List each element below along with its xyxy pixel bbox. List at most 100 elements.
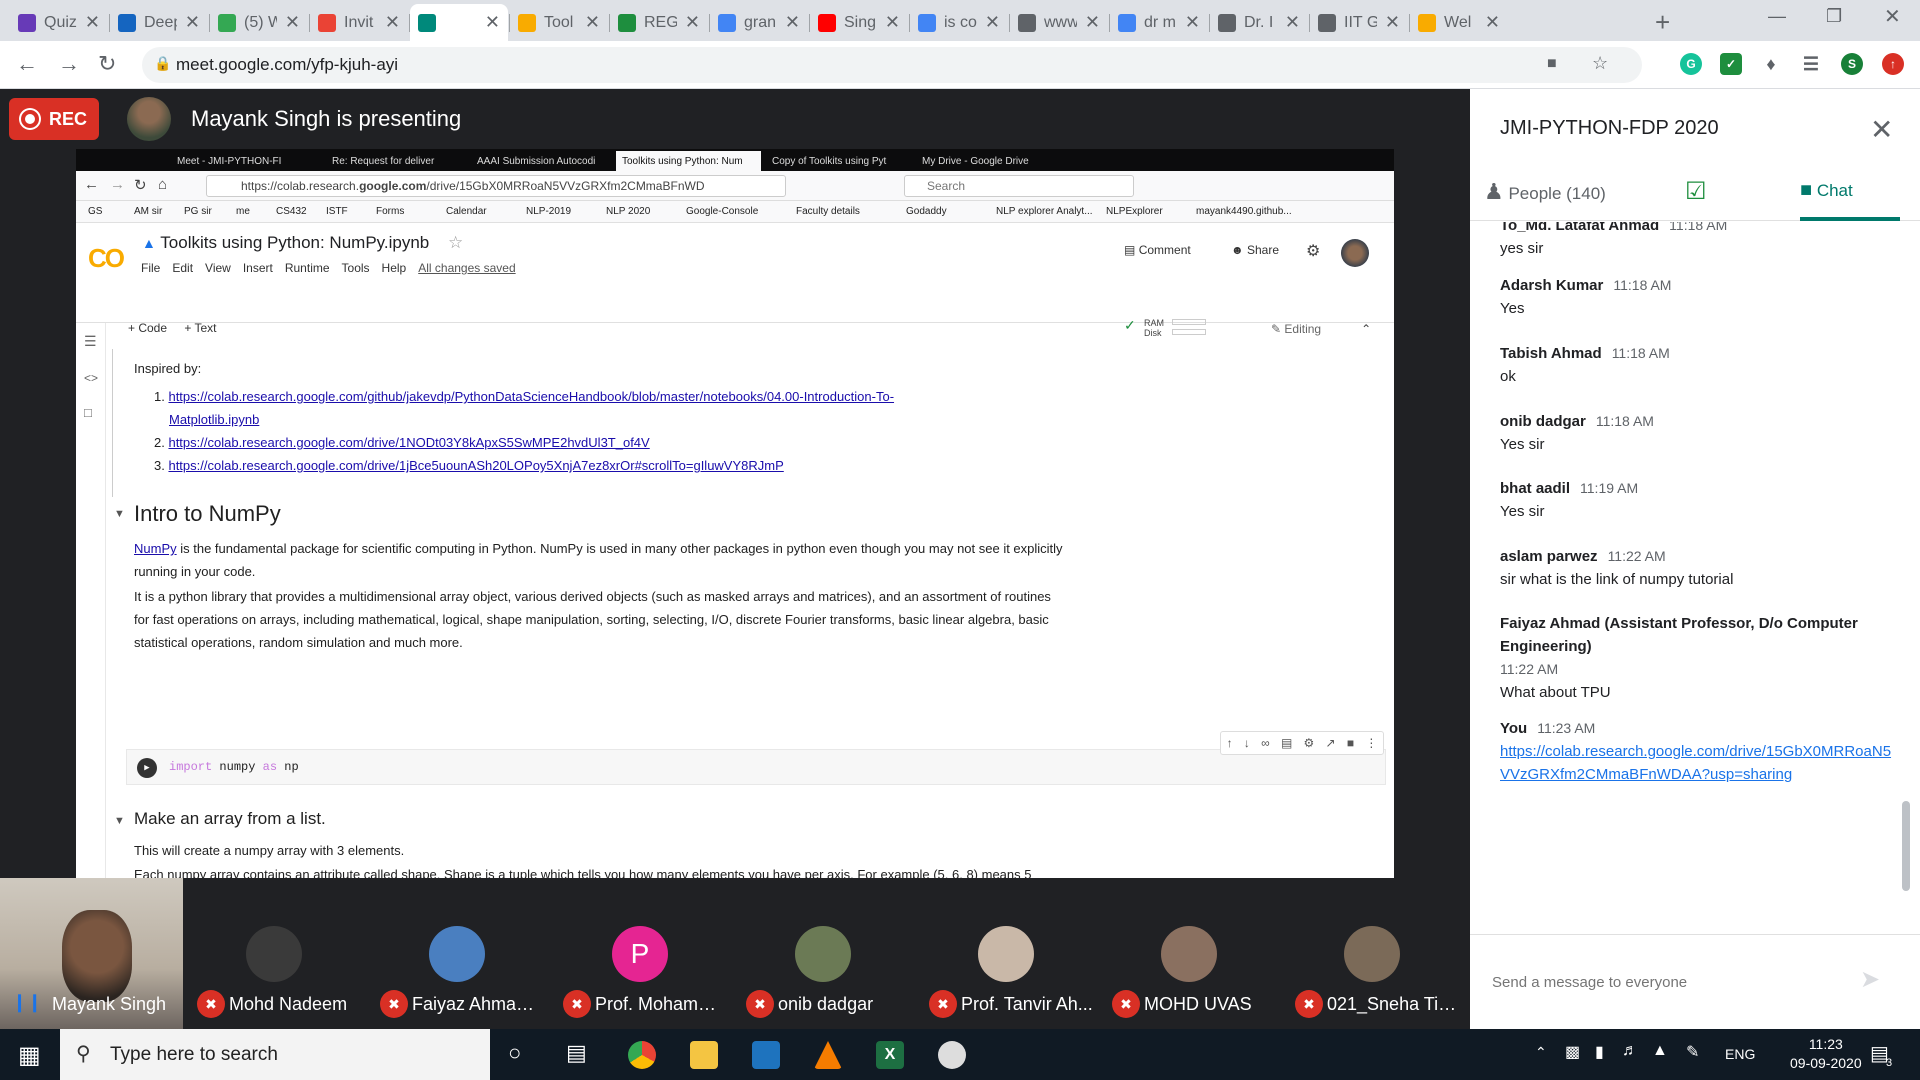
mic-muted-icon: ✖	[563, 990, 591, 1018]
taskbar-search[interactable]: ⚲ Type here to search	[60, 1029, 490, 1080]
new-tab-button[interactable]: +	[1655, 7, 1670, 38]
browser-tab[interactable]: gran ✕	[710, 4, 808, 41]
taskbar-clock[interactable]: 11:23 09-09-2020	[1790, 1035, 1862, 1073]
close-tab-icon[interactable]: ✕	[1285, 12, 1300, 33]
forward-icon[interactable]: →	[58, 51, 80, 77]
browser-tab[interactable]: Invit ✕	[310, 4, 408, 41]
shared-search-bar: Search	[904, 175, 1134, 197]
grammarly-icon[interactable]: G	[1680, 53, 1702, 75]
pen-icon[interactable]: ✎	[1686, 1042, 1699, 1062]
browser-tab[interactable]: dr m ✕	[1110, 4, 1208, 41]
shared-tab: Meet - JMI-PYTHON-FI	[171, 151, 316, 171]
inspired-link-item: 1. https://colab.research.google.com/git…	[154, 385, 894, 408]
browser-tab-title: dr m	[1144, 13, 1176, 31]
colab-left-rail: ☰ <> □	[76, 323, 106, 879]
participant-tile[interactable]: ✖ MOHD UVAS	[1098, 878, 1281, 1029]
chat-link[interactable]: https://colab.research.google.com/drive/…	[1500, 740, 1895, 786]
close-tab-icon[interactable]: ✕	[985, 12, 1000, 33]
close-tab-icon[interactable]: ✕	[1085, 12, 1100, 33]
close-tab-icon[interactable]: ✕	[785, 12, 800, 33]
browser-tab[interactable]: ✕	[410, 4, 508, 41]
close-window-button[interactable]: ✕	[1884, 4, 1901, 29]
tray-app-icon[interactable]: ▩	[1565, 1042, 1580, 1062]
shared-bookmark: Google-Console	[686, 206, 759, 217]
close-tab-icon[interactable]: ✕	[685, 12, 700, 33]
file-explorer-icon[interactable]	[690, 1041, 718, 1069]
participant-tile[interactable]: ✖ Faiyaz Ahmad ...	[366, 878, 549, 1029]
participant-tile[interactable]: ✖ 021_Sneha Tiw...	[1281, 878, 1464, 1029]
tab-people[interactable]: ♟ People (140)	[1484, 179, 1606, 205]
tab-activities[interactable]: ☑	[1685, 177, 1707, 206]
task-view-icon[interactable]: ▤	[566, 1040, 587, 1066]
browser-tab[interactable]: IIT G ✕	[1310, 4, 1408, 41]
close-tab-icon[interactable]: ✕	[1485, 12, 1500, 33]
code-snippets-icon: <>	[84, 371, 99, 385]
shared-tab: My Drive - Google Drive	[916, 151, 1061, 171]
vlc-icon[interactable]	[814, 1041, 842, 1069]
close-tab-icon[interactable]: ✕	[885, 12, 900, 33]
maximize-button[interactable]: ❐	[1826, 6, 1842, 27]
browser-tab[interactable]: REG ✕	[610, 4, 708, 41]
browser-tab[interactable]: (5) W ✕	[210, 4, 308, 41]
people-tab-label: People (140)	[1508, 184, 1606, 203]
browser-tab[interactable]: www ✕	[1010, 4, 1108, 41]
extensions-icon[interactable]: ♦	[1760, 53, 1782, 75]
settings-app-icon[interactable]	[938, 1041, 966, 1069]
participant-tile[interactable]: ✖ onib dadgar	[732, 878, 915, 1029]
close-tab-icon[interactable]: ✕	[485, 12, 500, 33]
browser-tab[interactable]: Sing ✕	[810, 4, 908, 41]
profile-avatar[interactable]: S	[1841, 53, 1863, 75]
comment-icon: ▤	[1124, 243, 1136, 257]
chrome-taskbar-icon[interactable]	[628, 1041, 656, 1069]
close-tab-icon[interactable]: ✕	[185, 12, 200, 33]
browser-tab[interactable]: Dr. I ✕	[1210, 4, 1308, 41]
browser-tab-title: is co	[944, 13, 977, 31]
back-icon[interactable]: ←	[16, 51, 38, 77]
people-share-icon: ☻	[1231, 243, 1244, 257]
youtube-icon	[818, 13, 836, 32]
browser-tab[interactable]: is co ✕	[910, 4, 1008, 41]
volume-icon[interactable]: ♬	[1622, 1042, 1638, 1060]
numpy-link: NumPy	[134, 541, 177, 556]
shield-icon[interactable]: ✓	[1720, 53, 1742, 75]
minimize-button[interactable]: —	[1768, 6, 1786, 27]
browser-tab-title: gran	[744, 13, 777, 31]
windows-start-icon[interactable]: ▦	[18, 1041, 41, 1070]
close-tab-icon[interactable]: ✕	[285, 12, 300, 33]
battery-icon[interactable]: ▮	[1595, 1042, 1604, 1062]
send-icon[interactable]: ➤	[1860, 965, 1880, 994]
presentation-stage: REC Mayank Singh is presenting Meet - JM…	[0, 89, 1470, 879]
tab-chat[interactable]: ■ Chat	[1800, 179, 1900, 221]
excel-icon[interactable]: X	[876, 1041, 904, 1069]
cortana-icon[interactable]: ○	[508, 1040, 521, 1066]
participant-tile[interactable]: ❙❙ Mayank Singh	[0, 878, 183, 1029]
tray-chevron-icon[interactable]: ⌃	[1535, 1044, 1547, 1061]
forms-icon	[18, 13, 36, 32]
participant-tile[interactable]: ✖ Mohd Nadeem	[183, 878, 366, 1029]
browser-tab[interactable]: Tool ✕	[510, 4, 608, 41]
close-panel-button[interactable]: ✕	[1870, 113, 1893, 146]
address-bar[interactable]: 🔒 meet.google.com/yfp-kjuh-ayi ☆ ■	[142, 47, 1642, 83]
chat-scrollbar[interactable]	[1902, 801, 1910, 891]
close-tab-icon[interactable]: ✕	[1185, 12, 1200, 33]
close-tab-icon[interactable]: ✕	[385, 12, 400, 33]
camera-icon[interactable]: ■	[1547, 55, 1557, 73]
update-icon[interactable]: ↑	[1882, 53, 1904, 75]
reload-icon[interactable]: ↻	[98, 51, 116, 77]
bookmark-star-icon[interactable]: ☆	[1592, 53, 1608, 74]
participant-tile[interactable]: P ✖ Prof. Mohamm...	[549, 878, 732, 1029]
wifi-icon[interactable]: ▲	[1652, 1042, 1668, 1060]
close-tab-icon[interactable]: ✕	[585, 12, 600, 33]
media-icon[interactable]: ☰	[1800, 53, 1822, 75]
close-tab-icon[interactable]: ✕	[85, 12, 100, 33]
chat-message-input[interactable]	[1492, 970, 1852, 994]
mail-icon[interactable]	[752, 1041, 780, 1069]
participant-tile[interactable]: ✖ Prof. Tanvir Ah...	[915, 878, 1098, 1029]
browser-tab[interactable]: Quiz ✕	[10, 4, 108, 41]
close-tab-icon[interactable]: ✕	[1385, 12, 1400, 33]
mic-muted-icon: ✖	[1295, 990, 1323, 1018]
browser-tab[interactable]: Wel ✕	[1410, 4, 1508, 41]
browser-tab[interactable]: Deep ✕	[110, 4, 208, 41]
language-indicator[interactable]: ENG	[1725, 1046, 1755, 1062]
shared-bookmark: GS	[88, 206, 103, 217]
